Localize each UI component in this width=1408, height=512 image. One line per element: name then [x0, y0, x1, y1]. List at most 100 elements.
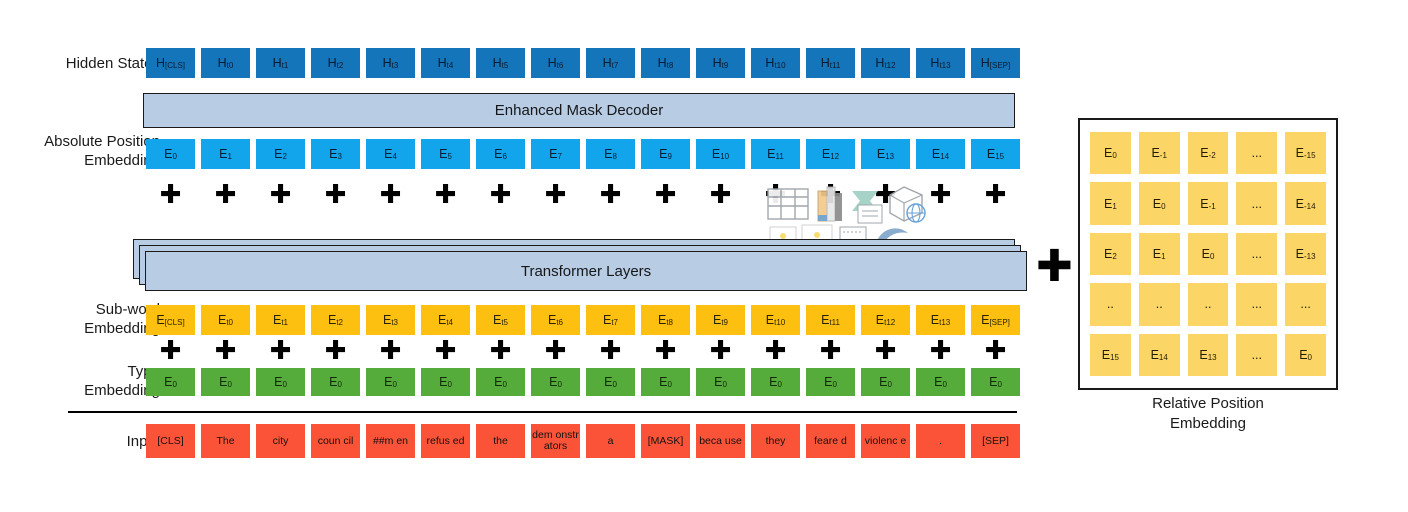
type-embedding-cell-15[interactable]: E0 — [971, 368, 1020, 396]
absolute-position-cell-0[interactable]: E0 — [146, 139, 195, 169]
absolute-position-cell-12[interactable]: E 12 — [806, 139, 855, 169]
relative-position-cell-1-0[interactable]: E1 — [1090, 182, 1131, 225]
input-token-cell-13[interactable]: violenc e — [861, 424, 910, 458]
input-token-cell-7[interactable]: dem onstr ators — [531, 424, 580, 458]
absolute-position-cell-7[interactable]: E7 — [531, 139, 580, 169]
input-token-cell-4[interactable]: ##m en — [366, 424, 415, 458]
hidden-state-cell-8[interactable]: Ht7 — [586, 48, 635, 78]
input-token-cell-2[interactable]: city — [256, 424, 305, 458]
relative-position-cell-0-1[interactable]: E -1 — [1138, 132, 1180, 175]
hidden-state-cell-3[interactable]: Ht2 — [311, 48, 360, 78]
sub-word-cell-0[interactable]: E [CLS] — [146, 305, 195, 335]
relative-position-cell-2-2[interactable]: E0 — [1187, 232, 1229, 276]
type-embedding-cell-3[interactable]: E0 — [311, 368, 360, 396]
relative-position-cell-1-3[interactable]: ... — [1236, 182, 1278, 225]
type-embedding-cell-8[interactable]: E0 — [586, 368, 635, 396]
relative-position-cell-4-4[interactable]: E0 — [1285, 333, 1326, 376]
sub-word-cell-12[interactable]: Et11 — [806, 305, 855, 335]
absolute-position-cell-3[interactable]: E3 — [311, 139, 360, 169]
absolute-position-cell-15[interactable]: E 15 — [971, 139, 1020, 169]
relative-position-cell-0-2[interactable]: E -2 — [1187, 132, 1229, 175]
absolute-position-cell-1[interactable]: E1 — [201, 139, 250, 169]
input-token-cell-11[interactable]: they — [751, 424, 800, 458]
absolute-position-cell-10[interactable]: E 10 — [696, 139, 745, 169]
hidden-state-cell-15[interactable]: H [SEP] — [971, 48, 1020, 78]
relative-position-cell-0-3[interactable]: ... — [1236, 132, 1278, 175]
sub-word-cell-9[interactable]: Et8 — [641, 305, 690, 335]
sub-word-cell-2[interactable]: Et1 — [256, 305, 305, 335]
sub-word-cell-6[interactable]: Et5 — [476, 305, 525, 335]
relative-position-cell-3-3[interactable]: ... — [1236, 283, 1278, 326]
type-embedding-cell-9[interactable]: E0 — [641, 368, 690, 396]
input-token-cell-15[interactable]: [SEP] — [971, 424, 1020, 458]
absolute-position-cell-5[interactable]: E5 — [421, 139, 470, 169]
type-embedding-cell-14[interactable]: E0 — [916, 368, 965, 396]
sub-word-cell-15[interactable]: E [SEP] — [971, 305, 1020, 335]
relative-position-cell-3-0[interactable]: .. — [1090, 283, 1131, 326]
input-token-cell-9[interactable]: [MASK] — [641, 424, 690, 458]
type-embedding-cell-5[interactable]: E0 — [421, 368, 470, 396]
absolute-position-cell-4[interactable]: E4 — [366, 139, 415, 169]
type-embedding-cell-4[interactable]: E0 — [366, 368, 415, 396]
input-token-cell-8[interactable]: a — [586, 424, 635, 458]
relative-position-cell-2-0[interactable]: E2 — [1090, 232, 1131, 276]
sub-word-cell-4[interactable]: Et3 — [366, 305, 415, 335]
enhanced-mask-decoder-box[interactable]: Enhanced Mask Decoder — [143, 93, 1015, 128]
relative-position-cell-0-4[interactable]: E -15 — [1285, 132, 1326, 175]
hidden-state-cell-13[interactable]: Ht12 — [861, 48, 910, 78]
sub-word-cell-8[interactable]: Et7 — [586, 305, 635, 335]
relative-position-cell-1-4[interactable]: E -14 — [1285, 182, 1326, 225]
hidden-state-cell-5[interactable]: Ht4 — [421, 48, 470, 78]
input-token-cell-6[interactable]: the — [476, 424, 525, 458]
relative-position-cell-2-4[interactable]: E -13 — [1285, 232, 1326, 276]
type-embedding-cell-13[interactable]: E0 — [861, 368, 910, 396]
relative-position-cell-4-3[interactable]: ... — [1236, 333, 1278, 376]
hidden-state-cell-0[interactable]: H [CLS] — [146, 48, 195, 78]
sub-word-cell-5[interactable]: Et4 — [421, 305, 470, 335]
input-token-cell-12[interactable]: feare d — [806, 424, 855, 458]
type-embedding-cell-1[interactable]: E0 — [201, 368, 250, 396]
absolute-position-cell-14[interactable]: E 14 — [916, 139, 965, 169]
hidden-state-cell-10[interactable]: Ht9 — [696, 48, 745, 78]
absolute-position-cell-2[interactable]: E2 — [256, 139, 305, 169]
input-token-cell-5[interactable]: refus ed — [421, 424, 470, 458]
absolute-position-cell-8[interactable]: E8 — [586, 139, 635, 169]
input-token-cell-3[interactable]: coun cil — [311, 424, 360, 458]
sub-word-cell-11[interactable]: Et10 — [751, 305, 800, 335]
absolute-position-cell-9[interactable]: E9 — [641, 139, 690, 169]
relative-position-cell-3-1[interactable]: .. — [1138, 283, 1180, 326]
hidden-state-cell-11[interactable]: Ht10 — [751, 48, 800, 78]
hidden-state-cell-12[interactable]: Ht11 — [806, 48, 855, 78]
type-embedding-cell-7[interactable]: E0 — [531, 368, 580, 396]
absolute-position-cell-13[interactable]: E 13 — [861, 139, 910, 169]
relative-position-cell-4-2[interactable]: E 13 — [1187, 333, 1229, 376]
type-embedding-cell-6[interactable]: E0 — [476, 368, 525, 396]
hidden-state-cell-14[interactable]: Ht13 — [916, 48, 965, 78]
hidden-state-cell-2[interactable]: Ht1 — [256, 48, 305, 78]
sub-word-cell-3[interactable]: Et2 — [311, 305, 360, 335]
input-token-cell-10[interactable]: beca use — [696, 424, 745, 458]
sub-word-cell-7[interactable]: Et6 — [531, 305, 580, 335]
input-token-cell-14[interactable]: . — [916, 424, 965, 458]
hidden-state-cell-1[interactable]: Ht0 — [201, 48, 250, 78]
relative-position-cell-3-4[interactable]: ... — [1285, 283, 1326, 326]
sub-word-cell-10[interactable]: Et9 — [696, 305, 745, 335]
input-token-cell-0[interactable]: [CLS] — [146, 424, 195, 458]
relative-position-cell-3-2[interactable]: .. — [1187, 283, 1229, 326]
type-embedding-cell-10[interactable]: E0 — [696, 368, 745, 396]
relative-position-cell-1-2[interactable]: E -1 — [1187, 182, 1229, 225]
relative-position-cell-0-0[interactable]: E0 — [1090, 132, 1131, 175]
sub-word-cell-14[interactable]: Et13 — [916, 305, 965, 335]
relative-position-cell-1-1[interactable]: E0 — [1138, 182, 1180, 225]
absolute-position-cell-6[interactable]: E6 — [476, 139, 525, 169]
relative-position-cell-2-3[interactable]: ... — [1236, 232, 1278, 276]
input-token-cell-1[interactable]: The — [201, 424, 250, 458]
type-embedding-cell-11[interactable]: E0 — [751, 368, 800, 396]
relative-position-cell-4-1[interactable]: E 14 — [1138, 333, 1180, 376]
relative-position-cell-2-1[interactable]: E1 — [1138, 232, 1180, 276]
type-embedding-cell-0[interactable]: E0 — [146, 368, 195, 396]
type-embedding-cell-12[interactable]: E0 — [806, 368, 855, 396]
type-embedding-cell-2[interactable]: E0 — [256, 368, 305, 396]
transformer-layers-box[interactable]: Transformer Layers — [145, 251, 1027, 291]
absolute-position-cell-11[interactable]: E 11 — [751, 139, 800, 169]
